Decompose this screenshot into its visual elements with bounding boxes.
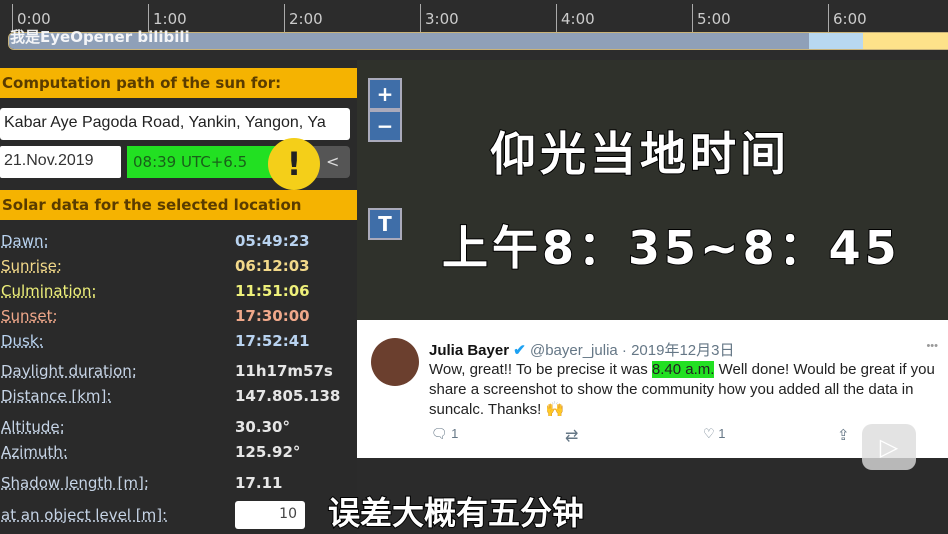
like-count: 1 <box>718 426 726 441</box>
overlay-line1: 仰光当地时间 <box>489 126 790 182</box>
zoom-out-button[interactable]: − <box>368 110 402 142</box>
retweet-icon[interactable]: ⇄ <box>565 426 578 446</box>
highlight: 8.40 a.m. <box>651 361 715 378</box>
share-icon[interactable]: ⇪ <box>837 426 850 444</box>
reply-icon: 🗨 <box>431 426 448 441</box>
subtitle: 误差大概有五分钟 <box>327 493 585 533</box>
solar-value: 17:30:00 <box>235 307 310 325</box>
object-level-label: at an object level [m]: <box>1 506 168 524</box>
tweet-meta: @bayer_julia · 2019年12月3日 <box>529 342 735 359</box>
solar-label: Altitude: <box>1 418 65 436</box>
solar-label: Dawn: <box>1 232 49 250</box>
twilight-segment <box>809 33 863 49</box>
overlay-line2: 上午8：35~8：45 <box>441 220 901 276</box>
timeline[interactable]: 0:00 1:00 2:00 3:00 4:00 5:00 6:00 我是Eye… <box>0 0 948 60</box>
heart-icon: ♡ <box>703 426 715 441</box>
t-button[interactable]: T <box>368 208 402 240</box>
solar-label: Dusk: <box>1 332 44 350</box>
solar-label: Azimuth: <box>1 443 68 461</box>
solar-value: 147.805.138 <box>235 387 341 405</box>
solar-value: 17:52:41 <box>235 332 310 350</box>
solar-label: Sunset: <box>1 307 58 325</box>
tick: 4:00 <box>556 4 595 32</box>
solar-label: Distance [km]: <box>1 387 112 405</box>
zoom-in-button[interactable]: + <box>368 78 402 110</box>
like-button[interactable]: ♡ 1 <box>703 426 726 442</box>
warning-icon: ! <box>268 138 320 190</box>
tick: 5:00 <box>692 4 731 32</box>
solar-value: 17.11 <box>235 474 283 492</box>
avatar <box>371 338 419 386</box>
solar-value: 125.92° <box>235 443 301 461</box>
day-segment <box>863 33 948 49</box>
sun-panel: Computation path of the sun for: Kabar A… <box>0 60 357 534</box>
panel-header: Computation path of the sun for: <box>0 68 357 98</box>
tweet-text: Wow, great!! To be precise it was 8.40 a… <box>429 360 939 420</box>
solar-label: Culmination: <box>1 282 97 300</box>
solar-label: Sunrise: <box>1 257 62 275</box>
tweet-header: Julia Bayer ✔ @bayer_julia · 2019年12月3日 <box>429 339 734 360</box>
date-input[interactable]: 21.Nov.2019 <box>0 146 121 178</box>
solar-value: 05:49:23 <box>235 232 310 250</box>
solar-value: 06:12:03 <box>235 257 310 275</box>
map[interactable]: + − T 仰光当地时间 上午8：35~8：45 <box>357 60 948 320</box>
solar-value: 11:51:06 <box>235 282 310 300</box>
solar-label: Shadow length [m]: <box>1 474 149 492</box>
solar-value: 30.30° <box>235 418 290 436</box>
play-icon[interactable]: ▷ <box>862 424 916 470</box>
time-input[interactable]: 08:39 UTC+6.5 <box>127 146 277 178</box>
reply-count: 1 <box>451 426 459 441</box>
solar-label: Daylight duration: <box>1 362 137 380</box>
object-level-input[interactable]: 10 <box>235 501 305 529</box>
tweet: Julia Bayer ✔ @bayer_julia · 2019年12月3日 … <box>357 320 948 458</box>
author-name[interactable]: Julia Bayer <box>429 342 509 359</box>
solar-header: Solar data for the selected location <box>0 190 357 220</box>
solar-value: 11h17m57s <box>235 362 333 380</box>
verified-icon: ✔ <box>513 342 526 359</box>
watermark: 我是EyeOpener bilibili <box>10 28 190 46</box>
reply-button[interactable]: 🗨 1 <box>431 426 458 442</box>
more-icon[interactable]: ••• <box>926 340 938 352</box>
tick: 6:00 <box>828 4 867 32</box>
address-input[interactable]: Kabar Aye Pagoda Road, Yankin, Yangon, Y… <box>0 108 350 140</box>
text-part: Wow, great!! To be precise it was <box>429 361 652 378</box>
tick: 2:00 <box>284 4 323 32</box>
tick: 3:00 <box>420 4 459 32</box>
